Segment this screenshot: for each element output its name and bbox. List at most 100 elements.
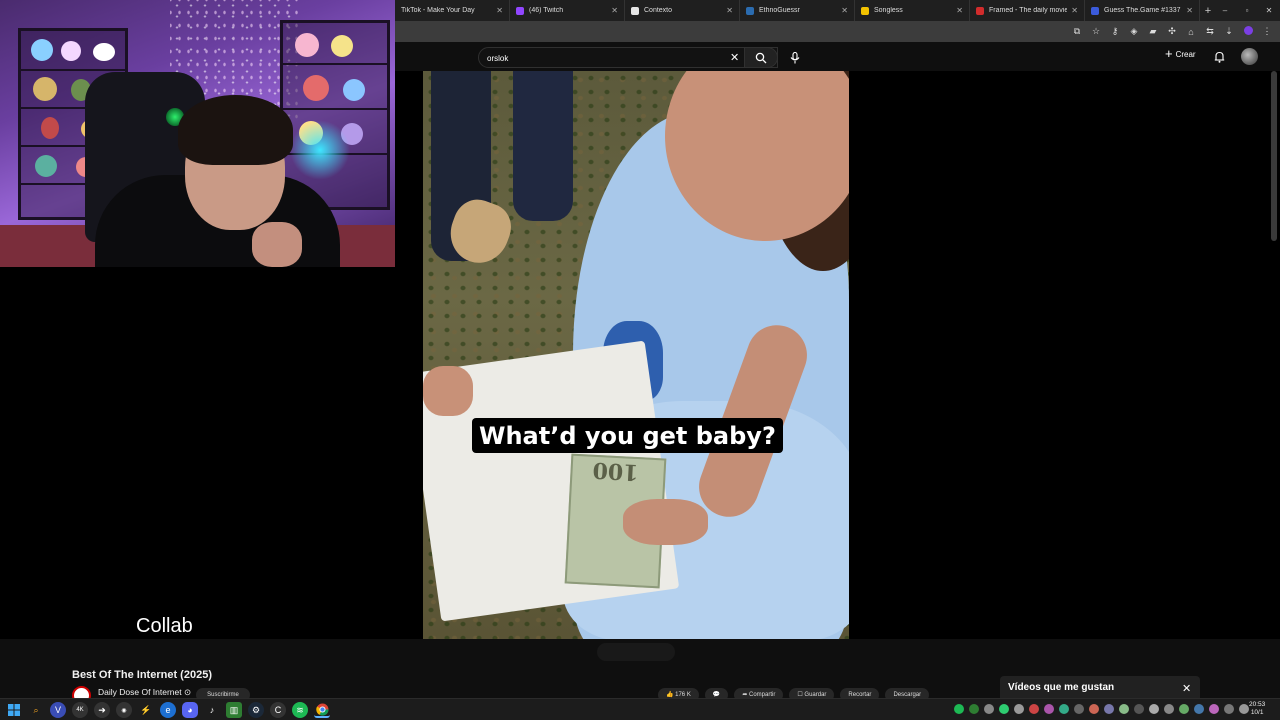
discord-icon[interactable]: ◕ (182, 702, 198, 718)
close-icon[interactable]: ✕ (1182, 682, 1191, 695)
edge-icon[interactable]: e (160, 702, 176, 718)
app-tray-icon[interactable] (1044, 704, 1054, 714)
network-icon[interactable] (1224, 704, 1234, 714)
install-app-icon[interactable]: ⧉ (1072, 26, 1082, 37)
contexto-icon (631, 6, 639, 15)
app-tray-icon[interactable] (1164, 704, 1174, 714)
download-icon[interactable]: ⇣ (1224, 26, 1234, 37)
tab-close-icon[interactable]: ✕ (1071, 6, 1078, 15)
ethnoguessr-icon (746, 6, 754, 15)
app-tray-icon[interactable] (1104, 704, 1114, 714)
maximize-button[interactable]: ▫ (1236, 0, 1258, 21)
search-button[interactable] (744, 47, 778, 68)
clock-date: 10/1 (1250, 709, 1264, 716)
framed-icon (976, 6, 984, 15)
minimize-button[interactable]: – (1214, 0, 1236, 21)
chrome-icon[interactable] (314, 702, 330, 718)
tab-twitch[interactable]: (46) Twitch ✕ (510, 0, 625, 21)
tab-close-icon[interactable]: ✕ (841, 6, 848, 15)
bolt-icon[interactable]: ⚡ (138, 702, 154, 718)
4k-icon[interactable]: 4K (72, 702, 88, 718)
songless-icon (861, 6, 869, 15)
account-avatar[interactable] (1241, 48, 1258, 65)
create-button[interactable]: + Crear (1165, 47, 1196, 60)
search-clear-icon[interactable]: ✕ (730, 51, 739, 64)
app-tray-icon[interactable] (1134, 704, 1144, 714)
app-tray-icon[interactable] (1179, 704, 1189, 714)
streamer-hair (178, 95, 293, 165)
video-title[interactable]: Best Of The Internet (2025) (72, 669, 212, 681)
v-icon[interactable]: V (50, 702, 66, 718)
tab-close-icon[interactable]: ✕ (496, 6, 503, 15)
app-tray-icon[interactable] (1119, 704, 1129, 714)
tab-label: EthnoGuessr (759, 7, 800, 14)
spotify-icon[interactable]: ≋ (292, 702, 308, 718)
tab-songless[interactable]: Songless ✕ (855, 0, 970, 21)
adult-leg (513, 71, 573, 221)
app-tray-icon[interactable] (1194, 704, 1204, 714)
tab-tiktok[interactable]: TikTok - Make Your Day ✕ (395, 0, 510, 21)
shorts-navigation-pill[interactable] (597, 643, 675, 661)
twitch-icon (516, 6, 524, 15)
search-icon (755, 52, 767, 63)
page-scrollbar[interactable] (1271, 71, 1277, 241)
screen: TikTok - Make Your Day ✕ (46) Twitch ✕ C… (0, 0, 1280, 720)
clock-time: 20:53 (1249, 701, 1266, 708)
shorts-video-player[interactable]: 100 What’d you get baby? (423, 71, 849, 639)
channel-name[interactable]: Daily Dose Of Internet ⊙ (98, 687, 191, 698)
tab-label: Songless (874, 7, 903, 14)
app-tray-icon[interactable] (1014, 704, 1024, 714)
volume-icon[interactable] (1239, 704, 1249, 714)
tab-guess-the-game[interactable]: Guess The.Game #1337 ✕ (1085, 0, 1200, 21)
tab-close-icon[interactable]: ✕ (726, 6, 733, 15)
extensions-puzzle-icon[interactable]: ✣ (1167, 26, 1177, 37)
tab-contexto[interactable]: Contexto ✕ (625, 0, 740, 21)
system-tray (954, 704, 1249, 714)
app-tray-icon[interactable] (1029, 704, 1039, 714)
taskbar-apps: ⌕ V 4K ➜ ◉ ⚡ e ◕ ♪ ▥ ⚙ C ≋ (6, 702, 330, 718)
tab-label: TikTok - Make Your Day (401, 7, 475, 14)
toolbar-icons: ⧉ ☆ ⚷ ◈ ▰ ✣ ⌂ ⇆ ⇣ ⋮ (1072, 21, 1272, 42)
app-tray-icon[interactable] (969, 704, 979, 714)
tab-framed[interactable]: Framed - The daily movie gu ✕ (970, 0, 1085, 21)
tab-search-icon[interactable]: ⌂ (1186, 27, 1196, 37)
tab-label: Contexto (644, 7, 673, 14)
search-icon[interactable]: ⌕ (28, 702, 44, 718)
child-hand (423, 366, 473, 416)
app-tray-icon[interactable] (1149, 704, 1159, 714)
taskbar-clock[interactable]: 20:53 10/1 (1249, 701, 1265, 717)
app-tray-icon[interactable] (1089, 704, 1099, 714)
profile-avatar-icon[interactable] (1243, 26, 1253, 37)
tab-close-icon[interactable]: ✕ (611, 6, 618, 15)
obs-icon[interactable]: ◉ (116, 702, 132, 718)
windows-icon[interactable] (6, 702, 22, 718)
liked-videos-panel[interactable]: Vídeos que me gustan ✕ (1000, 676, 1200, 698)
webcam-overlay (0, 0, 395, 267)
app-tray-icon[interactable] (984, 704, 994, 714)
menu-dots-icon[interactable]: ⋮ (1262, 26, 1272, 37)
extension-key-icon[interactable]: ⚷ (1110, 26, 1120, 37)
spotify-tray-icon[interactable] (954, 704, 964, 714)
extension-bookmark-icon[interactable]: ▰ (1148, 26, 1158, 37)
close-window-button[interactable]: ✕ (1258, 0, 1280, 21)
profile-switch-icon[interactable]: ⇆ (1205, 26, 1215, 37)
c-icon[interactable]: C (270, 702, 286, 718)
app-tray-icon[interactable] (1059, 704, 1069, 714)
notifications-button[interactable] (1214, 50, 1225, 68)
tiktok-icon[interactable]: ♪ (204, 702, 220, 718)
arrow-icon[interactable]: ➜ (94, 702, 110, 718)
app-tray-icon[interactable] (1209, 704, 1219, 714)
voice-search-button[interactable] (784, 47, 805, 68)
tab-ethnoguessr[interactable]: EthnoGuessr ✕ (740, 0, 855, 21)
bookmark-star-icon[interactable]: ☆ (1091, 26, 1101, 37)
app-tray-icon[interactable] (999, 704, 1009, 714)
extension-shield-icon[interactable]: ◈ (1129, 26, 1139, 37)
tab-close-icon[interactable]: ✕ (1186, 6, 1193, 15)
search-input[interactable] (487, 51, 727, 65)
tab-label: Framed - The daily movie gu (989, 7, 1068, 14)
app-tray-icon[interactable] (1074, 704, 1084, 714)
microphone-icon (790, 51, 799, 63)
steam-icon[interactable]: ⚙ (248, 702, 264, 718)
tab-close-icon[interactable]: ✕ (956, 6, 963, 15)
chart-icon[interactable]: ▥ (226, 702, 242, 718)
